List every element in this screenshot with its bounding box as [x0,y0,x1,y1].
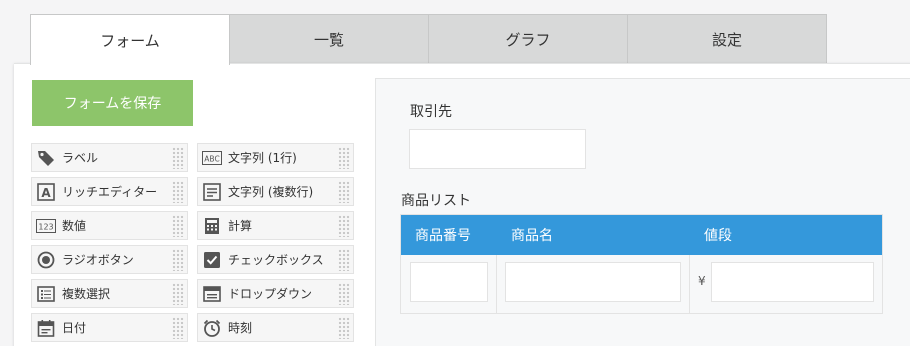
number-123-icon: 123 [36,216,56,236]
drag-handle-icon[interactable] [172,180,184,203]
tab-settings-label: 設定 [711,31,742,49]
drag-handle-icon[interactable] [172,282,184,305]
palette-item-time[interactable]: 時刻 [197,313,354,342]
drag-handle-icon[interactable] [338,146,350,169]
palette-item-time-text: 時刻 [228,321,253,335]
tab-form-label: フォーム [100,31,160,50]
palette-item-rich-editor[interactable]: A リッチエディター [31,177,188,206]
tab-settings[interactable]: 設定 [627,14,827,64]
palette-item-multi-line-text-text: 文字列 (複数行) [228,185,314,199]
palette-item-multi-select-text: 複数選択 [62,287,111,301]
drag-handle-icon[interactable] [172,214,184,237]
palette-item-checkbox[interactable]: チェックボックス [197,245,354,274]
dropdown-icon [202,284,222,304]
palette-item-checkbox-text: チェックボックス [228,253,324,267]
drag-handle-icon[interactable] [338,248,350,271]
drag-handle-icon[interactable] [338,180,350,203]
palette-item-calc[interactable]: 計算 [197,211,354,240]
table-label-product-list: 商品リスト [401,193,471,209]
drag-handle-icon[interactable] [338,282,350,305]
tab-form[interactable]: フォーム [30,14,230,65]
palette-item-multi-select[interactable]: 複数選択 [31,279,188,308]
column-header-price: 値段 [704,228,732,244]
client-input[interactable] [409,129,586,169]
tab-bar: フォーム 一覧 グラフ 設定 [30,14,827,65]
svg-text:123: 123 [38,222,53,231]
save-form-button[interactable]: フォームを保存 [32,80,193,126]
radio-button-icon [36,250,56,270]
palette-item-dropdown[interactable]: ドロップダウン [197,279,354,308]
price-input[interactable] [711,262,874,302]
calendar-icon [36,318,56,338]
palette-item-calc-text: 計算 [228,219,253,233]
tag-icon [36,148,56,168]
column-divider [496,255,497,314]
column-header-product-name: 商品名 [511,228,553,244]
drag-handle-icon[interactable] [172,146,184,169]
drag-handle-icon[interactable] [338,316,350,339]
palette-item-date[interactable]: 日付 [31,313,188,342]
clock-icon [202,318,222,338]
column-header-product-number: 商品番号 [415,228,471,244]
tab-list[interactable]: 一覧 [229,14,429,64]
field-label-client: 取引先 [410,104,452,120]
multiline-text-icon [202,182,222,202]
svg-text:A: A [41,186,51,200]
palette-item-label-text: ラベル [62,151,99,165]
palette-item-single-line-text-text: 文字列 (1行) [228,151,297,165]
currency-symbol: ¥ [698,274,706,288]
palette-item-rich-editor-text: リッチエディター [62,185,158,199]
calculator-icon [202,216,222,236]
palette-item-number[interactable]: 123 数値 [31,211,188,240]
product-number-input[interactable] [410,262,488,302]
drag-handle-icon[interactable] [172,248,184,271]
rich-editor-icon: A [36,182,56,202]
drag-handle-icon[interactable] [338,214,350,237]
tab-graph[interactable]: グラフ [428,14,628,64]
drag-handle-icon[interactable] [172,316,184,339]
checkbox-icon [202,250,222,270]
svg-text:ABC: ABC [204,154,219,163]
palette-item-radio-button-text: ラジオボタン [62,253,134,267]
palette-item-multi-line-text[interactable]: 文字列 (複数行) [197,177,354,206]
table-header: 商品番号 商品名 値段 [401,215,882,255]
abc-text-icon: ABC [202,148,222,168]
product-name-input[interactable] [505,262,681,302]
tab-graph-label: グラフ [505,31,551,49]
palette-item-number-text: 数値 [62,219,87,233]
palette-item-radio-button[interactable]: ラジオボタン [31,245,188,274]
palette-item-date-text: 日付 [62,321,87,335]
tab-list-label: 一覧 [313,31,344,49]
palette-item-label[interactable]: ラベル [31,143,188,172]
multi-select-icon [36,284,56,304]
column-divider [689,255,690,314]
palette-item-single-line-text[interactable]: ABC 文字列 (1行) [197,143,354,172]
palette-item-dropdown-text: ドロップダウン [228,287,313,301]
